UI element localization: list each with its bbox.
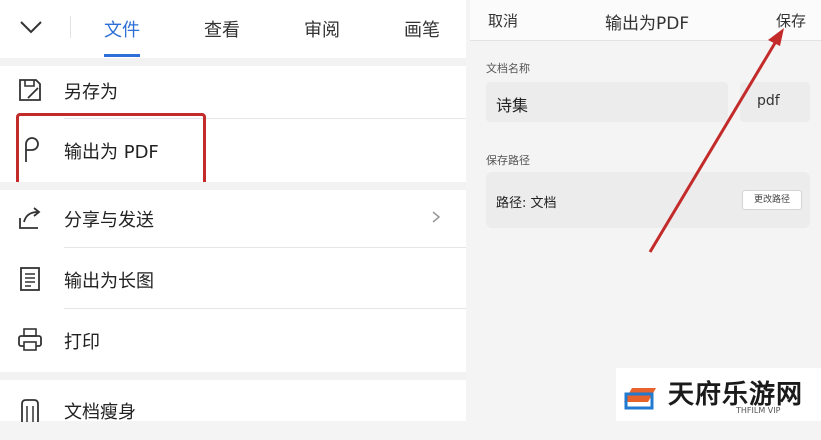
watermark-subtitle: THFILM VIP: [736, 406, 781, 415]
share-icon: [19, 207, 41, 229]
menu-item-label: 输出为长图: [64, 271, 154, 292]
save-path-label: 保存路径: [486, 154, 530, 167]
chevron-right-icon: [432, 211, 441, 223]
menu-item-label: 打印: [64, 332, 100, 353]
extension-field: pdf: [740, 82, 810, 122]
dialog-header: 取消 输出为PDF 保存: [470, 0, 821, 41]
watermark-logo: 天府乐游网 THFILM VIP: [616, 368, 821, 421]
divider: [0, 372, 466, 380]
tab-review[interactable]: 审阅: [304, 16, 340, 42]
extension-value: pdf: [757, 93, 780, 109]
tab-view[interactable]: 查看: [204, 16, 240, 42]
change-path-button[interactable]: 更改路径: [742, 190, 802, 210]
long-image-icon: [20, 267, 40, 291]
printer-icon: [18, 328, 42, 351]
menu-item-save-as[interactable]: 另存为: [0, 60, 466, 120]
doc-name-field[interactable]: 诗集: [486, 82, 728, 122]
path-text: 路径: 文档: [496, 196, 557, 211]
menu-item-label: 分享与发送: [64, 210, 154, 231]
active-tab-indicator: [104, 54, 140, 57]
menu-item-share[interactable]: 分享与发送: [0, 188, 466, 248]
menu-item-long-image[interactable]: 输出为长图: [0, 249, 466, 309]
tab-pen[interactable]: 画笔: [404, 16, 440, 42]
save-as-icon: [19, 79, 41, 101]
menu-item-label: 另存为: [64, 82, 118, 103]
chevron-down-icon[interactable]: [18, 14, 44, 40]
doc-name-value: 诗集: [496, 96, 529, 115]
save-button[interactable]: 保存: [776, 10, 806, 31]
dialog-title: 输出为PDF: [605, 14, 690, 34]
cancel-button[interactable]: 取消: [488, 10, 518, 31]
brand-logo-icon: [624, 388, 656, 410]
slim-doc-icon: [21, 399, 39, 422]
menu-item-print[interactable]: 打印: [0, 310, 466, 370]
file-menu-panel: 文件 查看 审阅 画笔 另存为 输出为 PDF 分享与发送 输出为长图 打印 文…: [0, 0, 466, 423]
tab-file[interactable]: 文件: [104, 16, 140, 42]
highlight-box: [16, 113, 206, 187]
tab-bar: 文件 查看 审阅 画笔: [0, 0, 466, 58]
divider: [64, 308, 466, 309]
divider: [70, 16, 71, 38]
menu-item-slim-doc[interactable]: 文档瘦身: [0, 380, 466, 440]
divider: [64, 247, 466, 248]
export-pdf-dialog: 取消 输出为PDF 保存 文档名称 诗集 pdf 保存路径 路径: 文档 更改路…: [470, 0, 821, 421]
doc-name-label: 文档名称: [486, 62, 530, 75]
menu-item-label: 文档瘦身: [64, 402, 136, 423]
